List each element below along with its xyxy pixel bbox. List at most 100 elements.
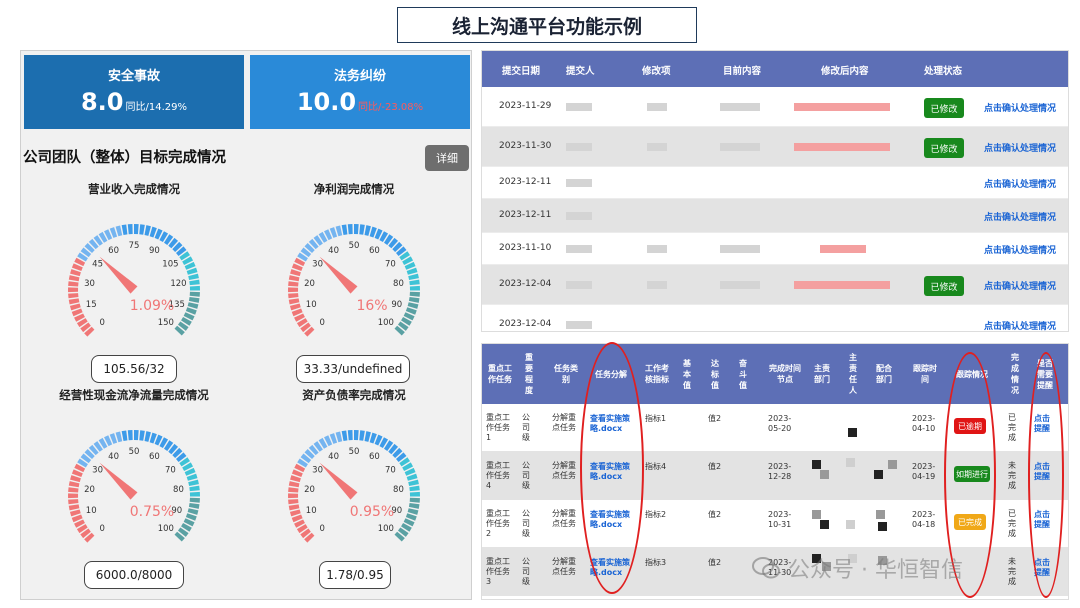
confirm-link[interactable]: 点击确认处理情况 [984, 141, 1056, 154]
gauge-needle [319, 256, 358, 294]
task-track-time: 2023-04-19 [912, 462, 936, 481]
col-submit-date: 提交日期 [502, 66, 541, 77]
redacted-content [888, 460, 897, 469]
gauge-tick-label: 10 [306, 300, 317, 310]
gauge-segment [354, 430, 359, 441]
gauge-tick-label: 20 [304, 279, 315, 289]
gauge-tick-label: 100 [378, 318, 394, 328]
gauge-tick-label: 45 [92, 260, 103, 270]
confirm-link[interactable]: 点击确认处理情况 [984, 177, 1056, 190]
redacted-content [566, 179, 592, 187]
gauge-value-box: 6000.0/8000 [84, 561, 184, 589]
task-target: 值2 [708, 462, 722, 471]
gauge-dial: 010203040 50 607080901000.95% [288, 430, 420, 543]
task-done: 已完成 [1008, 509, 1016, 538]
gauge-tick-label: 30 [84, 279, 95, 289]
redacted-content [566, 245, 592, 253]
col-modified-item: 修改项 [642, 66, 671, 77]
gauge-tick-label: 30 [92, 466, 103, 476]
gauge-tick-label: 70 [385, 466, 396, 476]
row-date: 2023-11-30 [499, 141, 552, 151]
gauge-needle [319, 462, 358, 500]
redacted-content [878, 522, 887, 531]
col-new-content: 修改后内容 [821, 66, 869, 77]
task-deadline: 2023-10-31 [768, 510, 792, 529]
redacted-content [874, 470, 883, 479]
gauge-tick-label: 120 [170, 279, 186, 289]
gauge-segment [335, 225, 343, 237]
confirm-link[interactable]: 点击确认处理情况 [984, 210, 1056, 223]
gauge-segment [408, 503, 420, 509]
col-submitter: 提交人 [566, 66, 595, 77]
task-name: 重点工作任务2 [486, 509, 510, 538]
gauge-tick-label: 60 [369, 246, 380, 256]
gauge-segment [408, 297, 420, 303]
task-indicator: 指标1 [645, 414, 667, 423]
gauge-segment [127, 430, 133, 441]
col-header: 主责任人 [849, 353, 857, 395]
gauge-title: 净利润完成情况 [313, 182, 395, 196]
gauge-segment [341, 224, 348, 235]
kpi-card-safety[interactable]: 安全事故 8.0 同比/14.29% [24, 55, 244, 129]
gauge-segment [68, 281, 79, 287]
watermark: 公众号 · 华恒智信 [752, 552, 963, 584]
gauge-segment [189, 291, 200, 297]
gauge-tick-label: 40 [328, 452, 339, 462]
gauge-segment [288, 499, 299, 505]
gauge-tick-label: 105 [162, 260, 178, 270]
kpi-value: 10.0 [296, 88, 357, 116]
gauge-tick-label: 15 [86, 300, 97, 310]
task-target: 值2 [708, 414, 722, 423]
task-done: 未完成 [1008, 461, 1016, 490]
gauge-segment [189, 285, 200, 291]
gauge-percent: 16% [356, 298, 387, 314]
gauge-percent: 0.75% [130, 504, 174, 520]
gauge-value-box: 33.33/undefined [296, 355, 410, 383]
detail-button[interactable]: 详细 [425, 145, 469, 171]
gauge-segment [188, 273, 199, 280]
gauge-segment [288, 481, 300, 488]
kpi-label: 安全事故 [107, 69, 160, 84]
row-date: 2023-12-04 [499, 279, 552, 289]
task-name: 重点工作任务3 [486, 557, 510, 586]
gauge-dial: 010 20 30 40 50 60 70 80 90 100 16% [288, 224, 420, 337]
confirm-link[interactable]: 点击确认处理情况 [984, 279, 1056, 292]
gauge-segment [188, 479, 199, 486]
gauge-segment [288, 293, 299, 299]
row-date: 2023-12-11 [499, 177, 552, 187]
task-name: 重点工作任务1 [486, 413, 510, 442]
task-done: 已完成 [1008, 413, 1016, 442]
gauge-segment [68, 493, 79, 499]
table-row: 2023-12-11 点击确认处理情况 [482, 167, 1068, 199]
task-deadline: 2023-05-20 [768, 414, 792, 433]
col-header: 完成时间节点 [769, 364, 801, 384]
watermark-text: 公众号 · 华恒智信 [788, 558, 963, 583]
redacted-content [812, 510, 821, 519]
gauge-segment [68, 287, 79, 293]
gauge-segment [189, 485, 200, 492]
confirm-link[interactable]: 点击确认处理情况 [984, 319, 1056, 331]
gauge-revenue: 营业收入完成情况 0 15 30 45 60 75 90 105 120 135 150 1.09% 1… [39, 181, 229, 383]
gauge-segment [144, 431, 151, 442]
redacted-content [846, 458, 855, 467]
col-header: 重要程度 [525, 353, 533, 395]
gauge-tick-label: 0 [319, 318, 324, 328]
task-category: 分解重点任务 [552, 413, 576, 432]
redacted-content [876, 510, 885, 519]
gauge-segment [115, 225, 123, 237]
gauge-segment [354, 224, 359, 235]
gauge-tick-label: 100 [378, 524, 394, 534]
gauge-tick-label: 90 [149, 246, 160, 256]
col-current-content: 目前内容 [723, 66, 762, 77]
gauge-value-box: 105.56/32 [91, 355, 177, 383]
confirm-link[interactable]: 点击确认处理情况 [984, 101, 1056, 114]
redacted-content [846, 520, 855, 529]
gauge-tick-label: 50 [349, 241, 360, 251]
gauge-segment [68, 481, 80, 488]
gauge-segment [68, 499, 79, 505]
wechat-icon [752, 557, 780, 579]
col-status: 处理状态 [924, 66, 963, 77]
gauge-tick-label: 40 [328, 246, 339, 256]
confirm-link[interactable]: 点击确认处理情况 [984, 243, 1056, 256]
kpi-card-legal[interactable]: 法务纠纷 10.0 同比/-23.08% [250, 55, 470, 129]
